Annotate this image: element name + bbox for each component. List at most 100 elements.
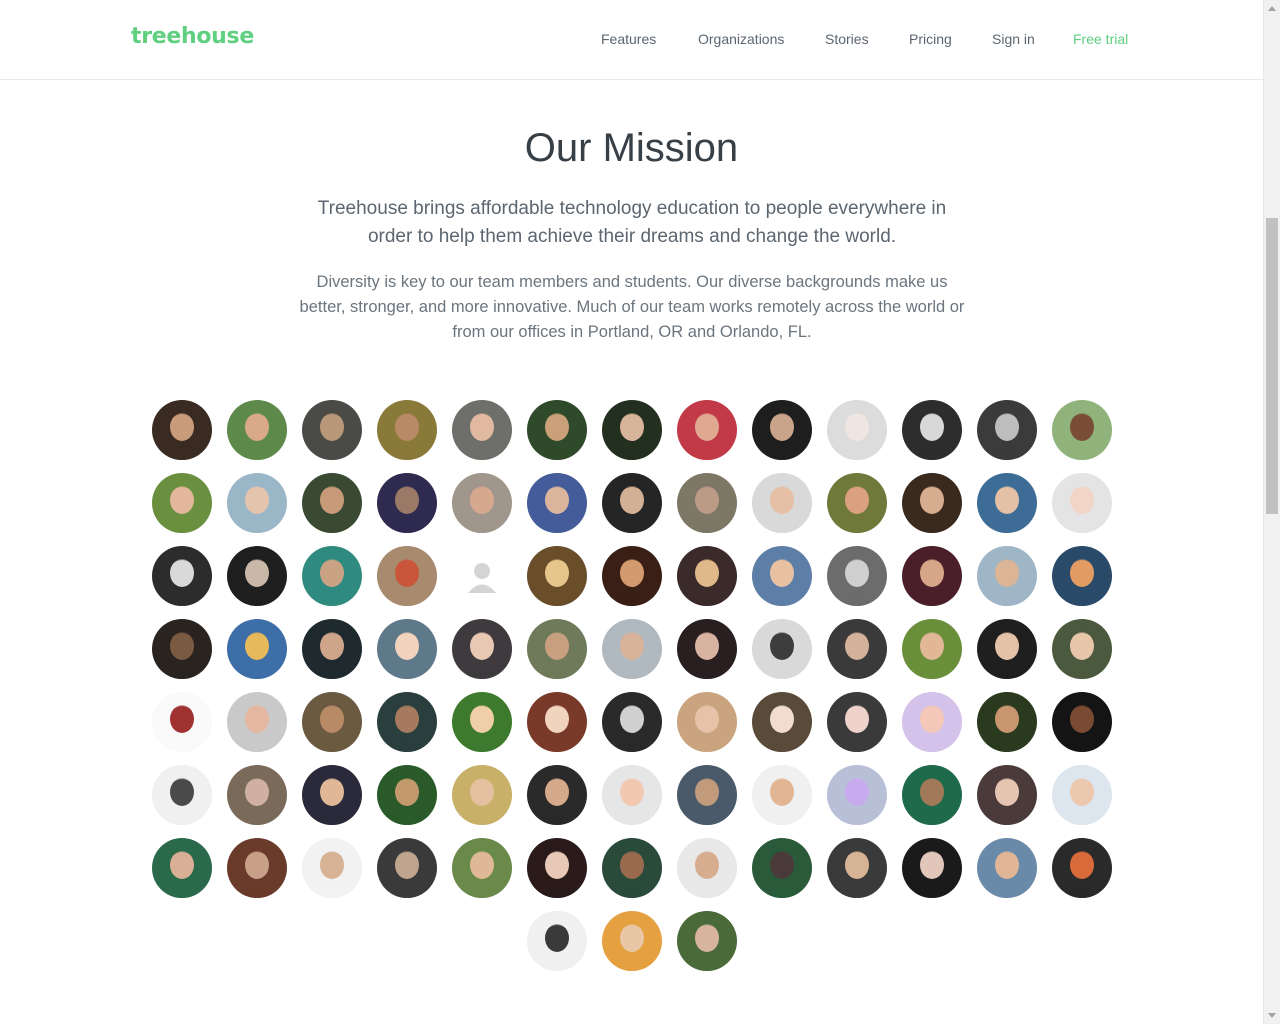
team-member-avatar — [527, 546, 587, 606]
team-member-avatar — [977, 838, 1037, 898]
team-member-avatar — [527, 911, 587, 971]
team-member-avatar — [452, 619, 512, 679]
team-member-avatar — [302, 546, 362, 606]
team-member-avatar — [827, 838, 887, 898]
team-member-avatar — [377, 473, 437, 533]
team-member-avatar — [227, 546, 287, 606]
team-member-avatar — [677, 765, 737, 825]
team-member-avatar — [527, 400, 587, 460]
team-member-avatar — [602, 619, 662, 679]
team-member-avatar — [827, 546, 887, 606]
team-member-avatar — [302, 473, 362, 533]
team-member-avatar — [302, 692, 362, 752]
team-member-avatar — [602, 546, 662, 606]
team-member-avatar — [452, 473, 512, 533]
team-member-avatar — [752, 692, 812, 752]
team-member-avatar — [977, 400, 1037, 460]
team-member-avatar — [302, 765, 362, 825]
team-member-avatar — [977, 546, 1037, 606]
team-member-avatar — [677, 911, 737, 971]
team-member-avatar — [677, 838, 737, 898]
team-member-avatar — [377, 838, 437, 898]
team-member-avatar — [977, 692, 1037, 752]
team-member-avatar — [452, 400, 512, 460]
team-member-avatar — [677, 692, 737, 752]
team-member-avatar — [452, 765, 512, 825]
team-member-avatar — [152, 765, 212, 825]
team-member-avatar — [902, 692, 962, 752]
team-member-avatar — [1052, 473, 1112, 533]
team-member-avatar — [827, 619, 887, 679]
team-member-avatar — [227, 400, 287, 460]
team-member-avatar — [602, 765, 662, 825]
team-member-avatar — [752, 546, 812, 606]
team-member-avatar — [902, 765, 962, 825]
scrollbar-thumb[interactable] — [1266, 218, 1278, 514]
team-member-avatar — [227, 473, 287, 533]
scroll-up-arrow-icon[interactable] — [1268, 6, 1276, 11]
team-member-avatar — [527, 473, 587, 533]
page: treehouse Features Organizations Stories… — [0, 0, 1263, 1024]
team-member-avatar — [302, 619, 362, 679]
vertical-scrollbar[interactable] — [1263, 0, 1280, 1024]
team-member-avatar — [602, 400, 662, 460]
team-member-avatar — [377, 692, 437, 752]
team-grid — [0, 0, 1263, 1024]
team-member-avatar — [152, 838, 212, 898]
team-member-avatar — [677, 619, 737, 679]
team-member-avatar — [1052, 765, 1112, 825]
team-member-avatar — [152, 692, 212, 752]
team-member-avatar — [602, 473, 662, 533]
team-member-avatar — [152, 473, 212, 533]
team-member-avatar — [527, 765, 587, 825]
team-member-avatar — [452, 692, 512, 752]
team-member-avatar — [602, 838, 662, 898]
team-member-avatar — [1052, 400, 1112, 460]
team-member-avatar — [377, 546, 437, 606]
team-member-avatar — [902, 473, 962, 533]
team-member-avatar — [227, 838, 287, 898]
team-member-avatar — [527, 692, 587, 752]
team-member-avatar — [827, 473, 887, 533]
team-member-avatar — [677, 473, 737, 533]
team-member-avatar — [377, 400, 437, 460]
team-member-avatar — [152, 546, 212, 606]
team-member-avatar — [827, 400, 887, 460]
team-member-avatar — [377, 765, 437, 825]
team-member-avatar — [752, 473, 812, 533]
team-member-avatar — [902, 546, 962, 606]
team-member-avatar — [977, 473, 1037, 533]
team-member-avatar — [752, 400, 812, 460]
team-member-avatar — [302, 838, 362, 898]
scroll-down-arrow-icon[interactable] — [1268, 1013, 1276, 1018]
team-member-avatar — [152, 619, 212, 679]
team-member-avatar — [827, 692, 887, 752]
team-member-avatar — [752, 838, 812, 898]
team-member-avatar — [827, 765, 887, 825]
team-member-avatar — [752, 765, 812, 825]
team-member-avatar — [977, 765, 1037, 825]
default-avatar-icon — [452, 546, 512, 606]
team-member-avatar — [227, 765, 287, 825]
team-member-avatar — [377, 619, 437, 679]
team-member-avatar — [452, 838, 512, 898]
team-member-avatar — [902, 400, 962, 460]
team-member-avatar — [227, 619, 287, 679]
team-member-avatar — [152, 400, 212, 460]
team-member-avatar — [602, 911, 662, 971]
team-member-avatar — [752, 619, 812, 679]
team-member-avatar — [977, 619, 1037, 679]
team-member-avatar — [1052, 619, 1112, 679]
team-member-avatar — [677, 400, 737, 460]
team-member-avatar — [527, 619, 587, 679]
team-member-avatar — [227, 692, 287, 752]
team-member-avatar — [902, 619, 962, 679]
team-member-avatar — [1052, 838, 1112, 898]
team-member-avatar — [1052, 546, 1112, 606]
team-member-avatar — [902, 838, 962, 898]
team-member-avatar — [302, 400, 362, 460]
team-member-avatar — [677, 546, 737, 606]
team-member-avatar — [527, 838, 587, 898]
team-member-avatar — [1052, 692, 1112, 752]
team-member-avatar — [602, 692, 662, 752]
